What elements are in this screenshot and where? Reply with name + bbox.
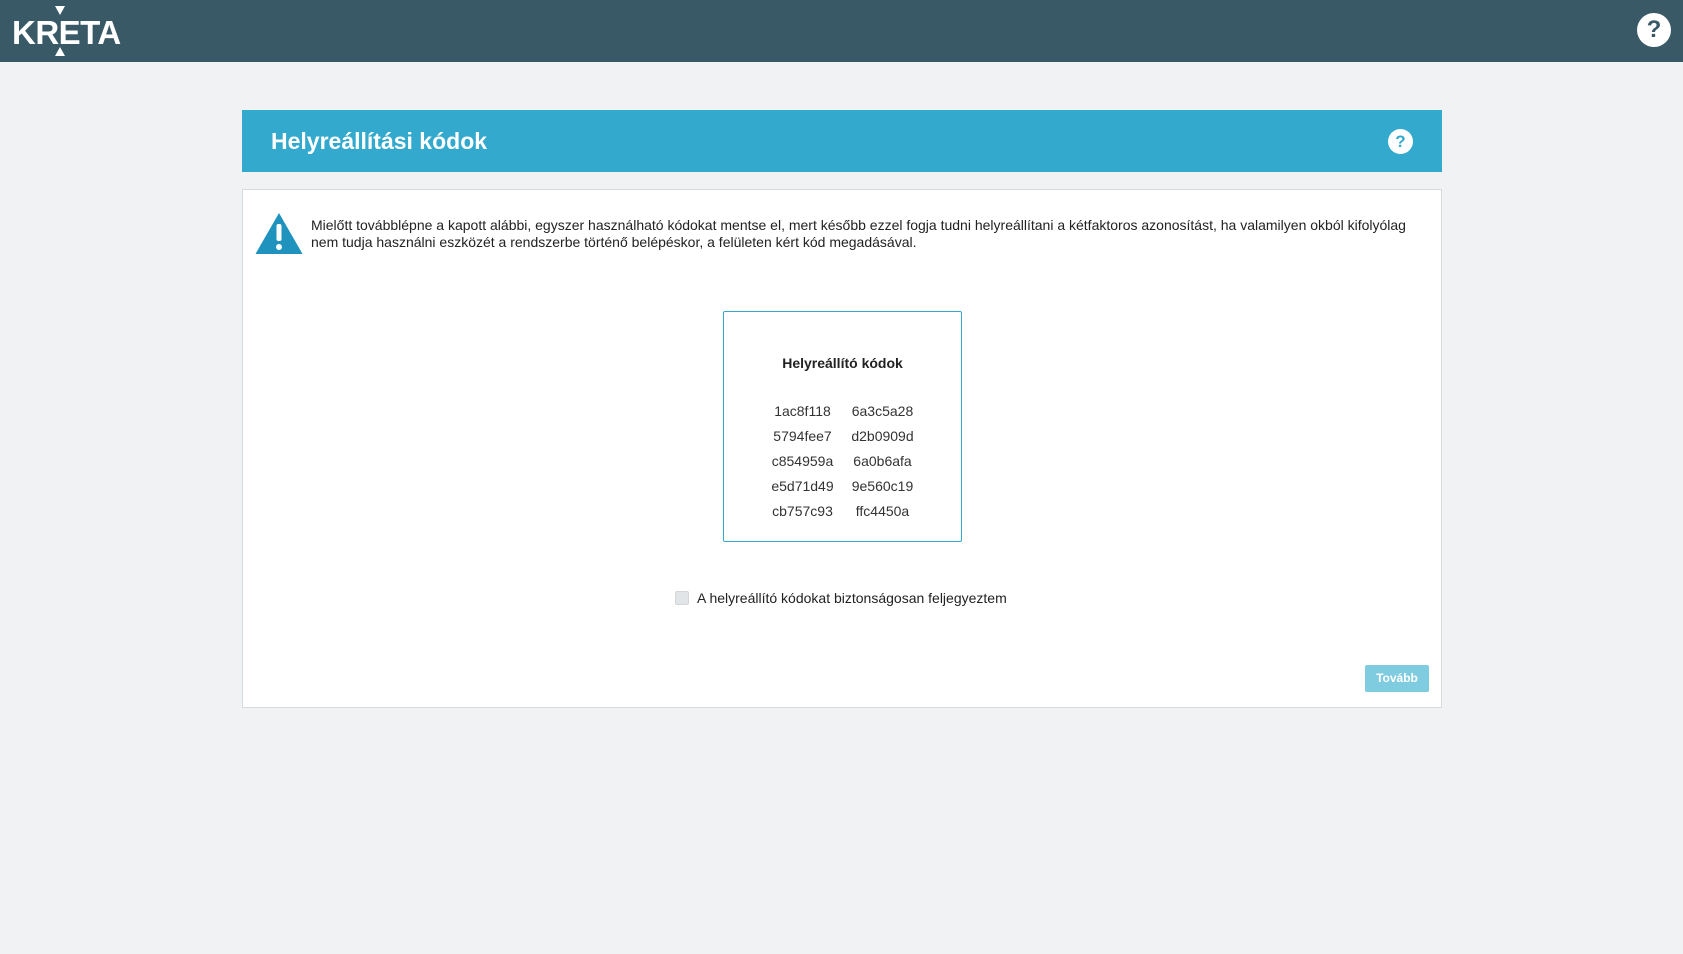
recovery-code: cb757c93 bbox=[772, 503, 833, 519]
header-help-icon[interactable]: ? bbox=[1388, 129, 1413, 154]
page-title: Helyreállítási kódok bbox=[271, 128, 488, 154]
code-row: c854959a 6a0b6afa bbox=[724, 449, 961, 474]
content-card: Mielőtt továbblépne a kapott alábbi, egy… bbox=[242, 189, 1442, 708]
logo-bottom-triangle bbox=[55, 47, 65, 56]
warning-text: Mielőtt továbblépne a kapott alábbi, egy… bbox=[311, 217, 1406, 250]
recovery-code: 6a0b6afa bbox=[853, 453, 912, 469]
recovery-codes-title: Helyreállító kódok bbox=[782, 355, 903, 371]
confirm-saved-label[interactable]: A helyreállító kódokat biztonságosan fel… bbox=[697, 590, 1007, 606]
code-row: cb757c93 ffc4450a bbox=[724, 499, 961, 524]
confirm-saved-checkbox-row[interactable]: A helyreállító kódokat biztonságosan fel… bbox=[675, 588, 1007, 608]
code-row: 5794fee7 d2b0909d bbox=[724, 424, 961, 449]
logo-text: KRETA bbox=[12, 14, 121, 51]
recovery-codes-list: 1ac8f118 6a3c5a28 5794fee7 d2b0909d c854… bbox=[724, 399, 961, 524]
page-header: Helyreállítási kódok ? bbox=[242, 110, 1442, 172]
recovery-code: 1ac8f118 bbox=[774, 403, 831, 419]
next-button[interactable]: Tovább bbox=[1365, 665, 1429, 692]
kreta-logo[interactable]: KRETA bbox=[12, 5, 121, 57]
code-row: e5d71d49 9e560c19 bbox=[724, 474, 961, 499]
recovery-code: 5794fee7 bbox=[773, 428, 832, 444]
warning-triangle-icon bbox=[255, 213, 303, 254]
recovery-code: 9e560c19 bbox=[851, 478, 914, 494]
recovery-code: e5d71d49 bbox=[771, 478, 834, 494]
top-bar: KRETA ? bbox=[0, 0, 1683, 62]
confirm-saved-checkbox[interactable] bbox=[675, 591, 689, 605]
recovery-code: ffc4450a bbox=[855, 503, 910, 519]
help-icon[interactable]: ? bbox=[1637, 13, 1671, 47]
code-row: 1ac8f118 6a3c5a28 bbox=[724, 399, 961, 424]
recovery-code: c854959a bbox=[771, 453, 834, 469]
recovery-code: d2b0909d bbox=[851, 428, 914, 444]
recovery-codes-box: Helyreállító kódok 1ac8f118 6a3c5a28 579… bbox=[723, 311, 962, 542]
recovery-code: 6a3c5a28 bbox=[851, 403, 914, 419]
